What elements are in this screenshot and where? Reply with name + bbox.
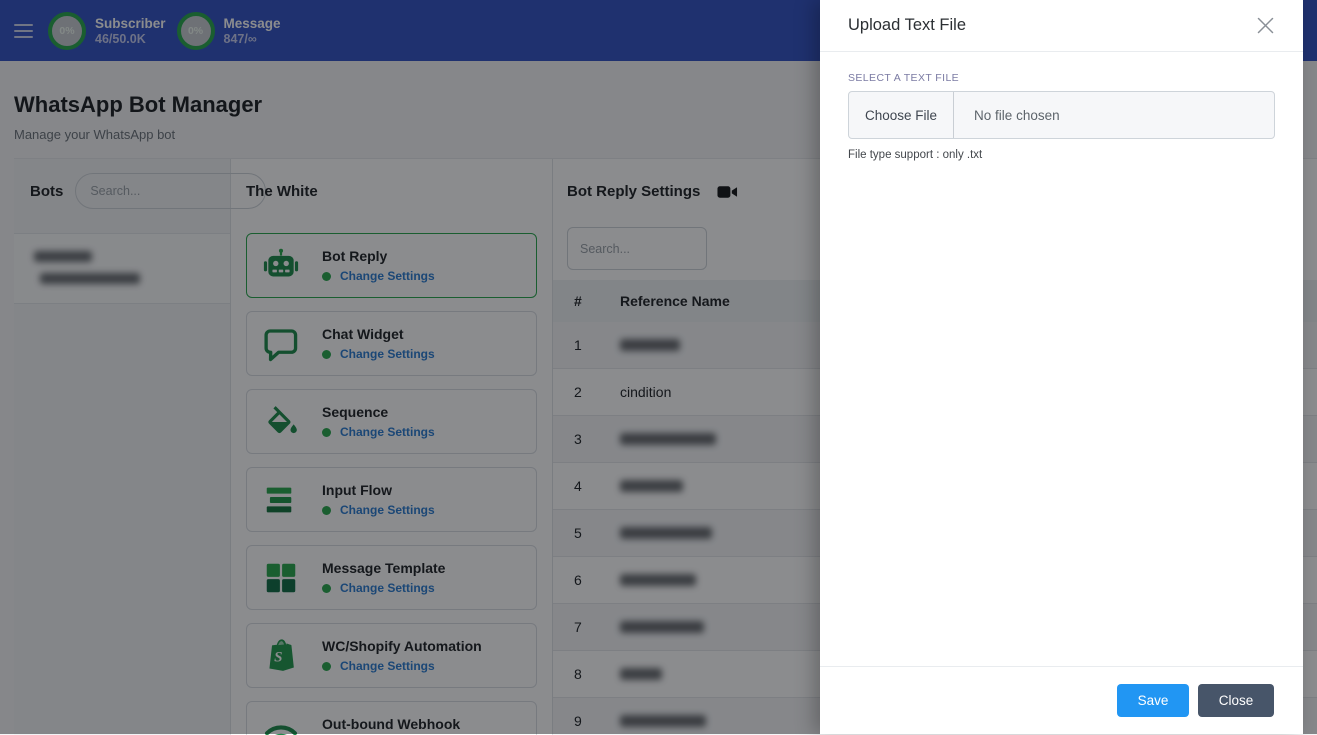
- file-field-label: SELECT A TEXT FILE: [848, 72, 1275, 84]
- upload-text-file-modal: Upload Text File SELECT A TEXT FILE Choo…: [820, 0, 1303, 734]
- file-chosen-status: No file chosen: [954, 108, 1060, 123]
- close-icon[interactable]: [1256, 16, 1275, 35]
- choose-file-button[interactable]: Choose File: [849, 92, 954, 138]
- file-helper-text: File type support : only .txt: [848, 149, 1275, 161]
- app-root: 0% Subscriber 46/50.0K 0% Message 847/∞ …: [0, 0, 1317, 735]
- save-button[interactable]: Save: [1117, 684, 1189, 717]
- modal-title: Upload Text File: [848, 16, 966, 35]
- file-input[interactable]: Choose File No file chosen: [848, 91, 1275, 139]
- close-button[interactable]: Close: [1198, 684, 1274, 717]
